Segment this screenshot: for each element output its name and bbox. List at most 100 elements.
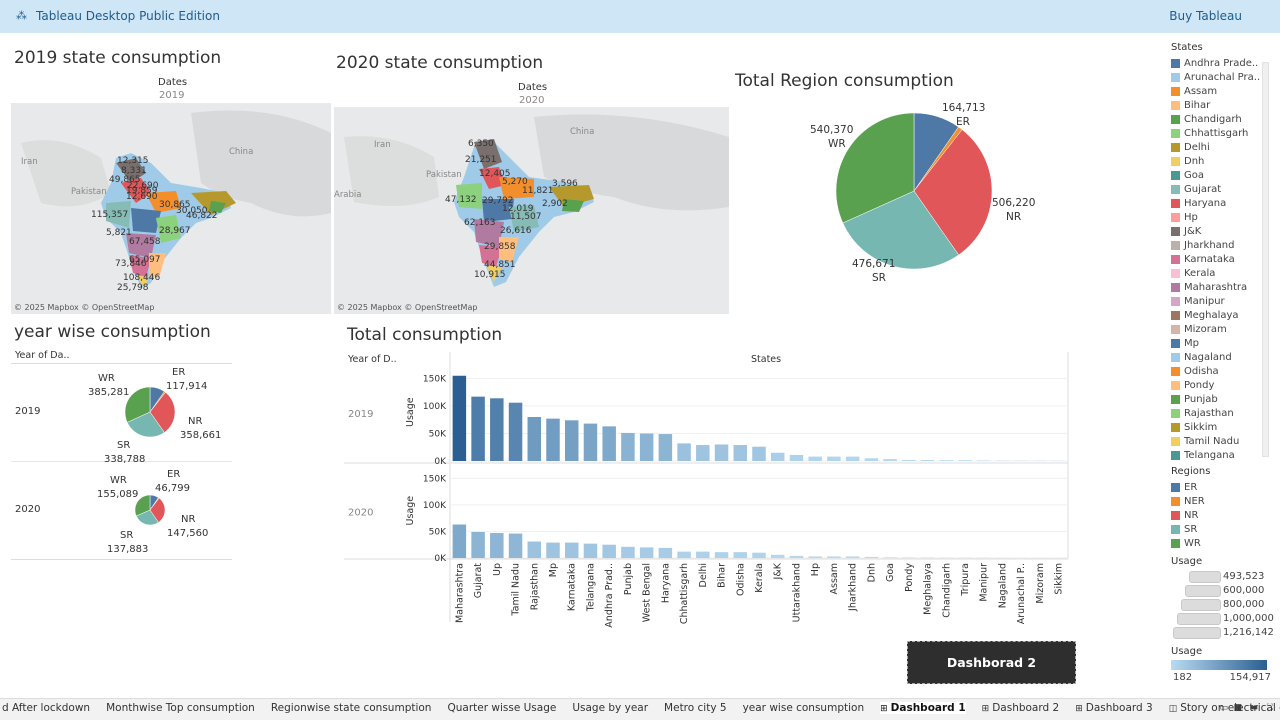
bar-2019-18[interactable] (789, 454, 804, 461)
regions-legend[interactable]: ER NER NR SR WR (1171, 480, 1271, 550)
bar-2019-15[interactable] (733, 445, 748, 461)
bar-2019-16[interactable] (752, 446, 766, 461)
bar-2019-13[interactable] (696, 445, 710, 461)
states-legend-item[interactable]: Chandigarh (1171, 112, 1271, 126)
states-legend-item[interactable]: Sikkim (1171, 420, 1271, 434)
states-legend-item[interactable]: J&K (1171, 224, 1271, 238)
bar-2020-7[interactable] (583, 543, 598, 558)
bar-2019-25[interactable] (920, 460, 935, 461)
sheet-tab[interactable]: d After lockdown (2, 702, 90, 714)
states-legend-item[interactable]: Hp (1171, 210, 1271, 224)
bar-2019-17[interactable] (770, 452, 785, 461)
bar-2019-27[interactable] (958, 460, 972, 461)
states-legend-item[interactable]: Telangana (1171, 448, 1271, 462)
bar-2020-22[interactable] (864, 556, 879, 558)
sheet-tab[interactable]: Regionwise state consumption (271, 702, 432, 714)
sheet-tab[interactable]: ⊞ Dashboard 1 (880, 702, 966, 714)
bar-2019-12[interactable] (677, 443, 691, 461)
states-legend-item[interactable]: Chhattisgarh (1171, 126, 1271, 140)
total-consumption-chart[interactable]: Year of D.. States 2019 Usage 150K 100K 50K 0K 2… (344, 350, 1070, 630)
bar-2019-5[interactable] (546, 418, 560, 461)
states-legend-item[interactable]: Bihar (1171, 98, 1271, 112)
bar-2019-0[interactable] (452, 375, 467, 461)
map-2019[interactable]: China Iran Pakistan © 2025 Mapbox © Open… (11, 103, 331, 314)
map-2020[interactable]: China Iran Pakistan Arabia © 2025 Mapbox… (334, 107, 729, 314)
states-legend-item[interactable]: Dnh (1171, 154, 1271, 168)
states-legend-item[interactable]: Maharashtra (1171, 280, 1271, 294)
bar-2020-10[interactable] (639, 547, 654, 558)
legend-scrollbar[interactable] (1262, 62, 1269, 457)
bar-2019-2[interactable] (490, 398, 504, 461)
bar-2020-17[interactable] (770, 554, 785, 558)
yearwise-pies[interactable]: ER 117,914 NR 358,661 SR 338,788 WR 385,281 ER 46… (60, 364, 232, 559)
bar-2019-4[interactable] (527, 417, 542, 461)
states-legend-item[interactable]: Meghalaya (1171, 308, 1271, 322)
bar-2019-28[interactable] (976, 460, 991, 461)
sheet-tab[interactable]: Usage by year (572, 702, 648, 714)
bar-2020-4[interactable] (527, 541, 542, 558)
states-legend-item[interactable]: Goa (1171, 168, 1271, 182)
states-legend-item[interactable]: Kerala (1171, 266, 1271, 280)
states-legend-item[interactable]: Mp (1171, 336, 1271, 350)
bar-2020-20[interactable] (827, 556, 841, 558)
bar-2020-15[interactable] (733, 552, 748, 558)
states-legend-item[interactable]: Delhi (1171, 140, 1271, 154)
sheet-tab[interactable]: Monthwise Top consumption (106, 702, 255, 714)
states-legend-item[interactable]: Gujarat (1171, 182, 1271, 196)
sheet-tab[interactable]: ⊞ Dashboard 2 (982, 702, 1060, 714)
states-legend-item[interactable]: Pondy (1171, 378, 1271, 392)
bar-2020-1[interactable] (471, 531, 485, 558)
bar-2019-24[interactable] (902, 459, 916, 461)
bar-2020-23[interactable] (883, 557, 897, 558)
states-legend-item[interactable]: Manipur (1171, 294, 1271, 308)
bar-2020-19[interactable] (808, 556, 822, 558)
bar-2020-14[interactable] (714, 552, 729, 558)
sheet-tab[interactable]: ◫Story on electrical consumpti... (1169, 702, 1280, 714)
bar-2020-6[interactable] (564, 542, 579, 558)
bar-2019-14[interactable] (714, 444, 729, 462)
states-legend-item[interactable]: Punjab (1171, 392, 1271, 406)
states-legend-item[interactable]: Rajasthan (1171, 406, 1271, 420)
sheet-tab[interactable]: Quarter wisse Usage (447, 702, 556, 714)
states-legend[interactable]: Andhra Prade.. Arunachal Pra.. Assam Bihar C… (1171, 56, 1271, 462)
states-legend-item[interactable]: Odisha (1171, 364, 1271, 378)
region-pie-chart[interactable]: 164,713 ER 506,220 NR 476,671 SR 540,370 WR (790, 95, 1040, 290)
bar-2019-1[interactable] (471, 396, 485, 461)
bar-2019-11[interactable] (658, 434, 673, 461)
bar-2019-23[interactable] (883, 459, 897, 461)
states-legend-item[interactable]: Tamil Nadu (1171, 434, 1271, 448)
regions-legend-item[interactable]: ER (1171, 480, 1271, 494)
bar-2020-2[interactable] (490, 533, 504, 558)
dashboard-2-button[interactable]: Dashborad 2 (907, 641, 1076, 684)
bar-2019-8[interactable] (602, 426, 616, 461)
bar-2020-18[interactable] (789, 555, 804, 558)
regions-legend-item[interactable]: NR (1171, 508, 1271, 522)
bar-2020-11[interactable] (658, 547, 673, 558)
regions-legend-item[interactable]: SR (1171, 522, 1271, 536)
bar-2020-3[interactable] (508, 533, 523, 558)
states-legend-item[interactable]: Arunachal Pra.. (1171, 70, 1271, 84)
states-legend-item[interactable]: Andhra Prade.. (1171, 56, 1271, 70)
bar-2020-8[interactable] (602, 544, 616, 558)
bar-2019-7[interactable] (583, 423, 598, 461)
sheet-tab[interactable]: Metro city 5 (664, 702, 727, 714)
bar-2019-21[interactable] (845, 456, 860, 461)
bar-2020-9[interactable] (621, 546, 635, 558)
bar-2019-9[interactable] (621, 432, 635, 461)
bar-2019-20[interactable] (827, 456, 841, 461)
bar-2019-22[interactable] (864, 458, 879, 461)
sheet-tab[interactable]: ⊞ Dashboard 3 (1075, 702, 1153, 714)
states-legend-item[interactable]: Nagaland (1171, 350, 1271, 364)
bar-2019-3[interactable] (508, 402, 523, 461)
bar-2020-21[interactable] (845, 556, 860, 558)
bar-2019-10[interactable] (639, 433, 654, 462)
buy-tableau-link[interactable]: Buy Tableau (1169, 9, 1242, 23)
bar-2020-12[interactable] (677, 551, 691, 558)
states-legend-item[interactable]: Mizoram (1171, 322, 1271, 336)
states-legend-item[interactable]: Assam (1171, 84, 1271, 98)
sheet-tab[interactable]: year wise consumption (743, 702, 865, 714)
bar-2020-13[interactable] (696, 551, 710, 558)
bar-2019-26[interactable] (939, 460, 954, 461)
regions-legend-item[interactable]: WR (1171, 536, 1271, 550)
bar-2019-6[interactable] (564, 420, 579, 461)
